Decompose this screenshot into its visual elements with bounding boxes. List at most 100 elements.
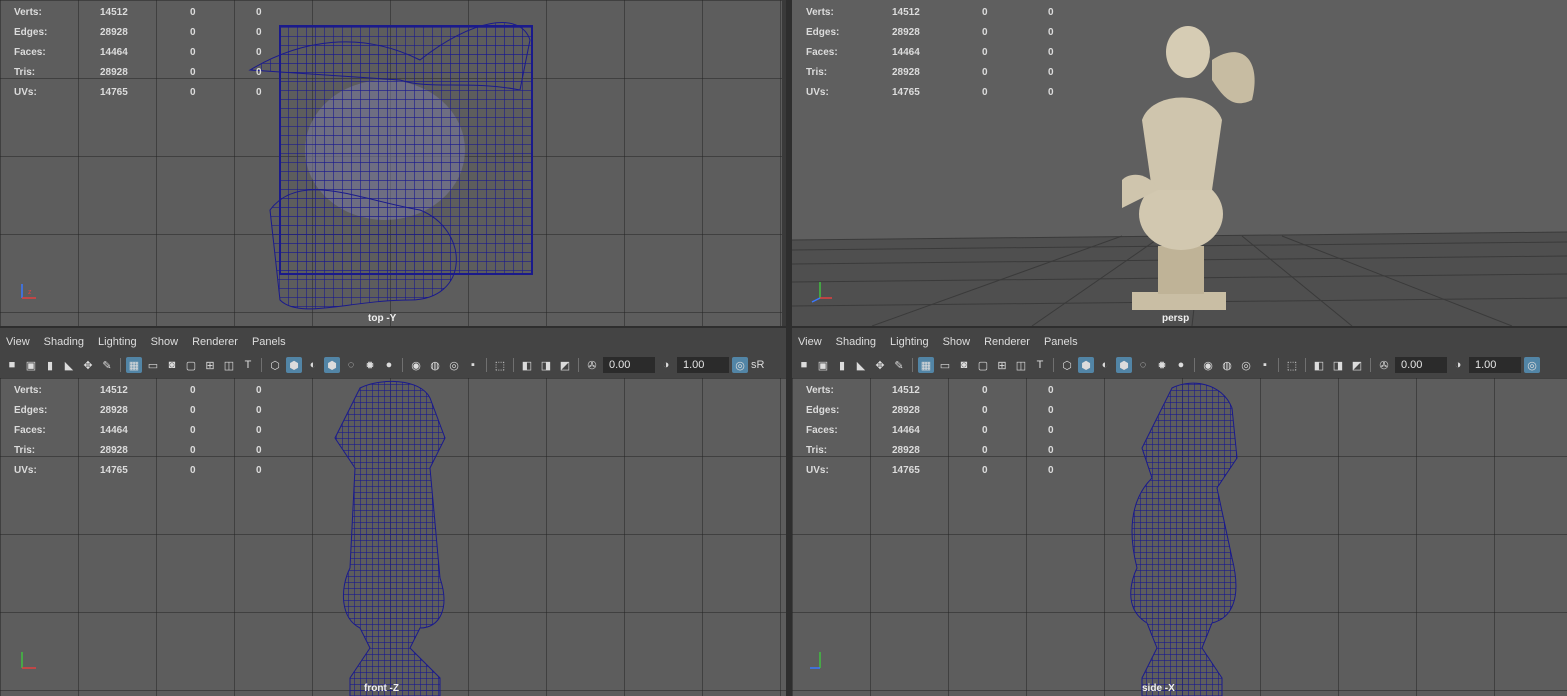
backface-icon[interactable]: ◩: [1349, 357, 1365, 373]
anti-aliasing-icon[interactable]: ◎: [1238, 357, 1254, 373]
ambient-occlusion-icon[interactable]: ◉: [1200, 357, 1216, 373]
poly-count-hud: Verts: 14512 0 0 Edges: 28928 0 0 Faces: 14464 0…: [14, 381, 296, 481]
xray-joints-icon[interactable]: ◧: [1311, 357, 1327, 373]
depth-of-field-icon[interactable]: ▪: [465, 357, 481, 373]
film-gate-icon[interactable]: ▭: [145, 357, 161, 373]
viewport-divider-vertical[interactable]: [786, 0, 792, 696]
color-management-icon[interactable]: ◎: [1524, 357, 1540, 373]
toolbar-separator: [402, 358, 403, 372]
image-plane-icon[interactable]: ◣: [61, 357, 77, 373]
isolate-select-icon[interactable]: ⬚: [1284, 357, 1300, 373]
camera-select-icon[interactable]: ■: [4, 357, 20, 373]
image-plane-icon[interactable]: ◣: [853, 357, 869, 373]
camera-attributes-icon[interactable]: ▣: [815, 357, 831, 373]
grid-icon[interactable]: ▦: [126, 357, 142, 373]
viewport-front[interactable]: Verts: 14512 0 0 Edges: 28928 0 0 Faces: 14464 0…: [0, 378, 786, 696]
exposure-field[interactable]: 0.00: [603, 357, 655, 373]
use-lights-icon[interactable]: ✹: [362, 357, 378, 373]
exposure-icon[interactable]: ✇: [1376, 357, 1392, 373]
use-lights-icon[interactable]: ✹: [1154, 357, 1170, 373]
xray-icon[interactable]: ◌: [343, 357, 359, 373]
menu-view[interactable]: View: [6, 336, 30, 348]
gate-mask-icon[interactable]: ▢: [183, 357, 199, 373]
depth-of-field-icon[interactable]: ▪: [1257, 357, 1273, 373]
shadows-icon[interactable]: ●: [1173, 357, 1189, 373]
isolate-select-icon[interactable]: ⬚: [492, 357, 508, 373]
field-chart-icon[interactable]: ⊞: [994, 357, 1010, 373]
toolbar-separator: [120, 358, 121, 372]
menu-view[interactable]: View: [798, 336, 822, 348]
default-material-icon[interactable]: ◐: [305, 357, 321, 373]
smooth-shade-icon[interactable]: ⬢: [1078, 357, 1094, 373]
shadows-icon[interactable]: ●: [381, 357, 397, 373]
motion-blur-icon[interactable]: ◍: [1219, 357, 1235, 373]
grid-icon[interactable]: ▦: [918, 357, 934, 373]
resolution-gate-icon[interactable]: ◙: [956, 357, 972, 373]
bookmark-icon[interactable]: ▮: [834, 357, 850, 373]
grease-pencil-icon[interactable]: ✎: [99, 357, 115, 373]
hud-row-faces: Faces: 14464 0 0: [14, 47, 262, 58]
menu-panels[interactable]: Panels: [252, 336, 286, 348]
safe-title-icon[interactable]: T: [240, 357, 256, 373]
xray-active-icon[interactable]: ◨: [1330, 357, 1346, 373]
camera-label: side -X: [1142, 683, 1175, 694]
camera-label: front -Z: [364, 683, 399, 694]
wireframe-icon[interactable]: ⬡: [1059, 357, 1075, 373]
menu-show[interactable]: Show: [151, 336, 179, 348]
backface-icon[interactable]: ◩: [557, 357, 573, 373]
xray-active-icon[interactable]: ◨: [538, 357, 554, 373]
viewport-persp[interactable]: Verts: 14512 0 0 Edges: 28928 0 0 Faces: 14464 0…: [792, 0, 1567, 326]
menu-renderer[interactable]: Renderer: [984, 336, 1030, 348]
ambient-occlusion-icon[interactable]: ◉: [408, 357, 424, 373]
hud-row-faces: Faces: 14464 0 0: [806, 425, 1054, 436]
smooth-shade-icon[interactable]: ⬢: [286, 357, 302, 373]
camera-select-icon[interactable]: ■: [796, 357, 812, 373]
wireframe-icon[interactable]: ⬡: [267, 357, 283, 373]
gamma-icon[interactable]: ◑: [658, 357, 674, 373]
exposure-field[interactable]: 0.00: [1395, 357, 1447, 373]
menu-panels[interactable]: Panels: [1044, 336, 1078, 348]
panel-toolbar-right: View Shading Lighting Show Renderer Pane…: [792, 328, 1567, 378]
viewport-side[interactable]: Verts: 14512 0 0 Edges: 28928 0 0 Faces: 14464 0…: [792, 378, 1567, 696]
safe-action-icon[interactable]: ◫: [221, 357, 237, 373]
viewport-divider-horizontal[interactable]: [0, 326, 1567, 328]
poly-count-hud: Verts: 14512 0 0 Edges: 28928 0 0 Faces: 14464 0…: [806, 381, 1088, 481]
color-management-icon[interactable]: ◎: [732, 357, 748, 373]
film-gate-icon[interactable]: ▭: [937, 357, 953, 373]
wireframe-on-shaded-icon[interactable]: ⬢: [1116, 357, 1132, 373]
poly-count-hud: Verts: 14512 0 0 Edges: 28928 0 0 Faces: 14464 0…: [14, 3, 296, 103]
default-material-icon[interactable]: ◐: [1097, 357, 1113, 373]
grease-pencil-icon[interactable]: ✎: [891, 357, 907, 373]
menu-show[interactable]: Show: [943, 336, 971, 348]
menu-renderer[interactable]: Renderer: [192, 336, 238, 348]
gamma-field[interactable]: 1.00: [1469, 357, 1521, 373]
hud-row-verts: Verts: 14512 0 0: [14, 385, 262, 396]
safe-action-icon[interactable]: ◫: [1013, 357, 1029, 373]
anti-aliasing-icon[interactable]: ◎: [446, 357, 462, 373]
color-space-label[interactable]: sR: [751, 359, 764, 371]
2d-pan-zoom-icon[interactable]: ✥: [872, 357, 888, 373]
gate-mask-icon[interactable]: ▢: [975, 357, 991, 373]
wireframe-on-shaded-icon[interactable]: ⬢: [324, 357, 340, 373]
menu-lighting[interactable]: Lighting: [98, 336, 137, 348]
gamma-icon[interactable]: ◑: [1450, 357, 1466, 373]
2d-pan-zoom-icon[interactable]: ✥: [80, 357, 96, 373]
panel-menu-bar: View Shading Lighting Show Renderer Pane…: [6, 336, 286, 348]
motion-blur-icon[interactable]: ◍: [427, 357, 443, 373]
camera-attributes-icon[interactable]: ▣: [23, 357, 39, 373]
field-chart-icon[interactable]: ⊞: [202, 357, 218, 373]
xray-joints-icon[interactable]: ◧: [519, 357, 535, 373]
resolution-gate-icon[interactable]: ◙: [164, 357, 180, 373]
menu-shading[interactable]: Shading: [836, 336, 876, 348]
gamma-field[interactable]: 1.00: [677, 357, 729, 373]
menu-lighting[interactable]: Lighting: [890, 336, 929, 348]
safe-title-icon[interactable]: T: [1032, 357, 1048, 373]
toolbar-separator: [578, 358, 579, 372]
exposure-icon[interactable]: ✇: [584, 357, 600, 373]
xray-icon[interactable]: ◌: [1135, 357, 1151, 373]
viewport-top[interactable]: Verts: 14512 0 0 Edges: 28928 0 0 Faces: 14464 0…: [0, 0, 782, 326]
hud-row-uvs: UVs: 14765 0 0: [14, 87, 262, 98]
menu-shading[interactable]: Shading: [44, 336, 84, 348]
bookmark-icon[interactable]: ▮: [42, 357, 58, 373]
svg-text:z: z: [28, 289, 32, 296]
